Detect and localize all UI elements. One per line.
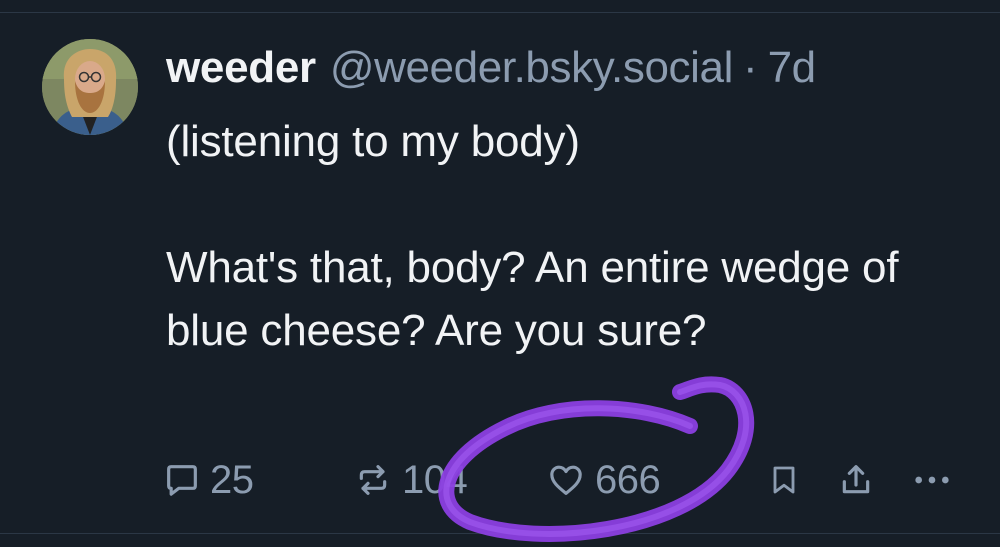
like-count: 666 xyxy=(595,457,661,502)
post-timestamp[interactable]: 7d xyxy=(768,40,817,96)
author-display-name[interactable]: weeder xyxy=(166,40,316,96)
avatar[interactable] xyxy=(42,39,138,135)
post-body: (listening to my body) What's that, body… xyxy=(166,117,899,355)
heart-icon xyxy=(550,465,582,495)
top-divider xyxy=(0,0,1000,13)
reply-button[interactable]: 25 xyxy=(162,450,254,510)
post-header: weeder @weeder.bsky.social · 7d xyxy=(166,40,816,96)
speech-bubble-icon xyxy=(167,465,197,496)
share-button[interactable] xyxy=(836,450,876,510)
share-icon xyxy=(842,465,870,494)
separator-dot: · xyxy=(742,43,758,92)
bookmark-icon xyxy=(773,466,795,494)
repost-count: 104 xyxy=(402,457,468,502)
author-handle[interactable]: @weeder.bsky.social xyxy=(330,40,734,96)
post-actions: 25 104 666 xyxy=(0,450,1000,510)
repost-arrows-icon xyxy=(359,465,387,495)
reply-count: 25 xyxy=(210,457,254,502)
repost-button[interactable]: 104 xyxy=(352,450,468,510)
ellipsis-icon xyxy=(915,476,949,484)
bottom-divider xyxy=(0,533,1000,534)
more-options-button[interactable] xyxy=(910,450,954,510)
like-button[interactable]: 666 xyxy=(545,450,661,510)
bookmark-button[interactable] xyxy=(766,450,802,510)
bearded-man-avatar-icon xyxy=(42,39,138,135)
